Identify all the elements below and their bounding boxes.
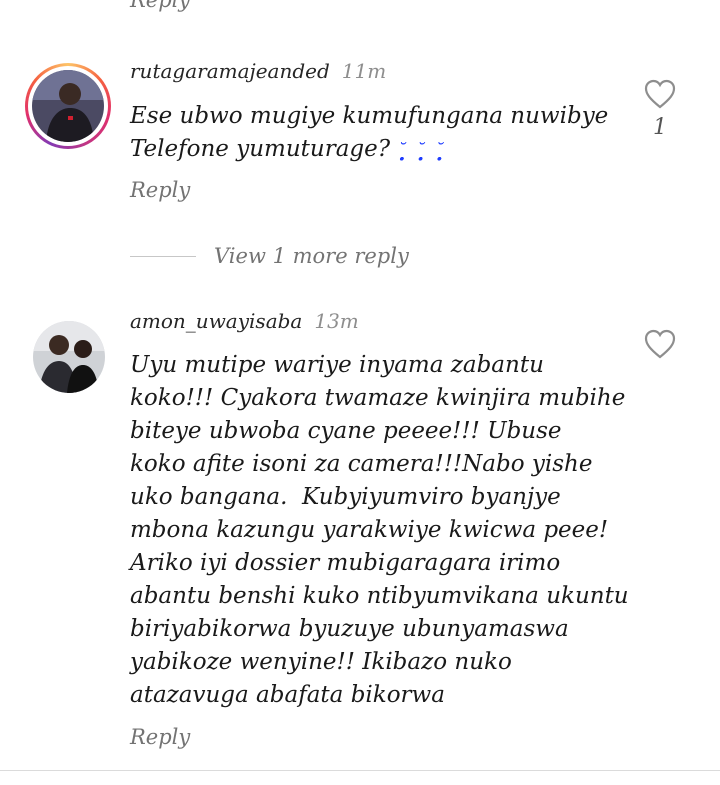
heart-icon — [644, 79, 676, 109]
comment-username[interactable]: amon_uwayisaba — [130, 309, 302, 333]
divider — [0, 770, 720, 771]
comment-meta: amon_uwayisaba 13m — [130, 309, 359, 333]
heart-icon — [644, 329, 676, 359]
comment-timestamp: 11m — [341, 59, 387, 83]
reply-button[interactable]: Reply — [130, 725, 190, 749]
couple-avatar-icon — [33, 321, 105, 393]
comment-text: Uyu mutipe wariye inyama zabantu koko!!!… — [130, 352, 629, 708]
like-button[interactable] — [642, 329, 678, 359]
reply-button[interactable]: Reply — [130, 178, 190, 202]
comment-timestamp: 13m — [314, 309, 359, 333]
view-more-replies[interactable]: View 1 more reply — [130, 244, 409, 268]
like-button[interactable]: 1 — [642, 79, 678, 140]
avatar[interactable] — [33, 321, 105, 393]
comment-meta: rutagaramajeanded 11m — [130, 59, 386, 83]
view-more-replies-label: View 1 more reply — [214, 244, 409, 268]
person-avatar-icon — [32, 70, 104, 142]
reply-button[interactable]: Reply — [130, 0, 190, 12]
story-ring-avatar[interactable] — [25, 63, 111, 149]
like-count: 1 — [653, 115, 667, 140]
crying-emoji: ˘̩̩̩̥̩̥ ˘̩̩̩̥̩̥ ˘̩̩̩̥̩̥ — [397, 140, 446, 161]
divider-line — [130, 255, 196, 257]
comment-text: Ese ubwo mugiye kumufungana nuwibye Tele… — [130, 100, 630, 167]
comment-body: Ese ubwo mugiye kumufungana nuwibye Tele… — [130, 103, 609, 162]
comment-username[interactable]: rutagaramajeanded — [130, 59, 330, 83]
